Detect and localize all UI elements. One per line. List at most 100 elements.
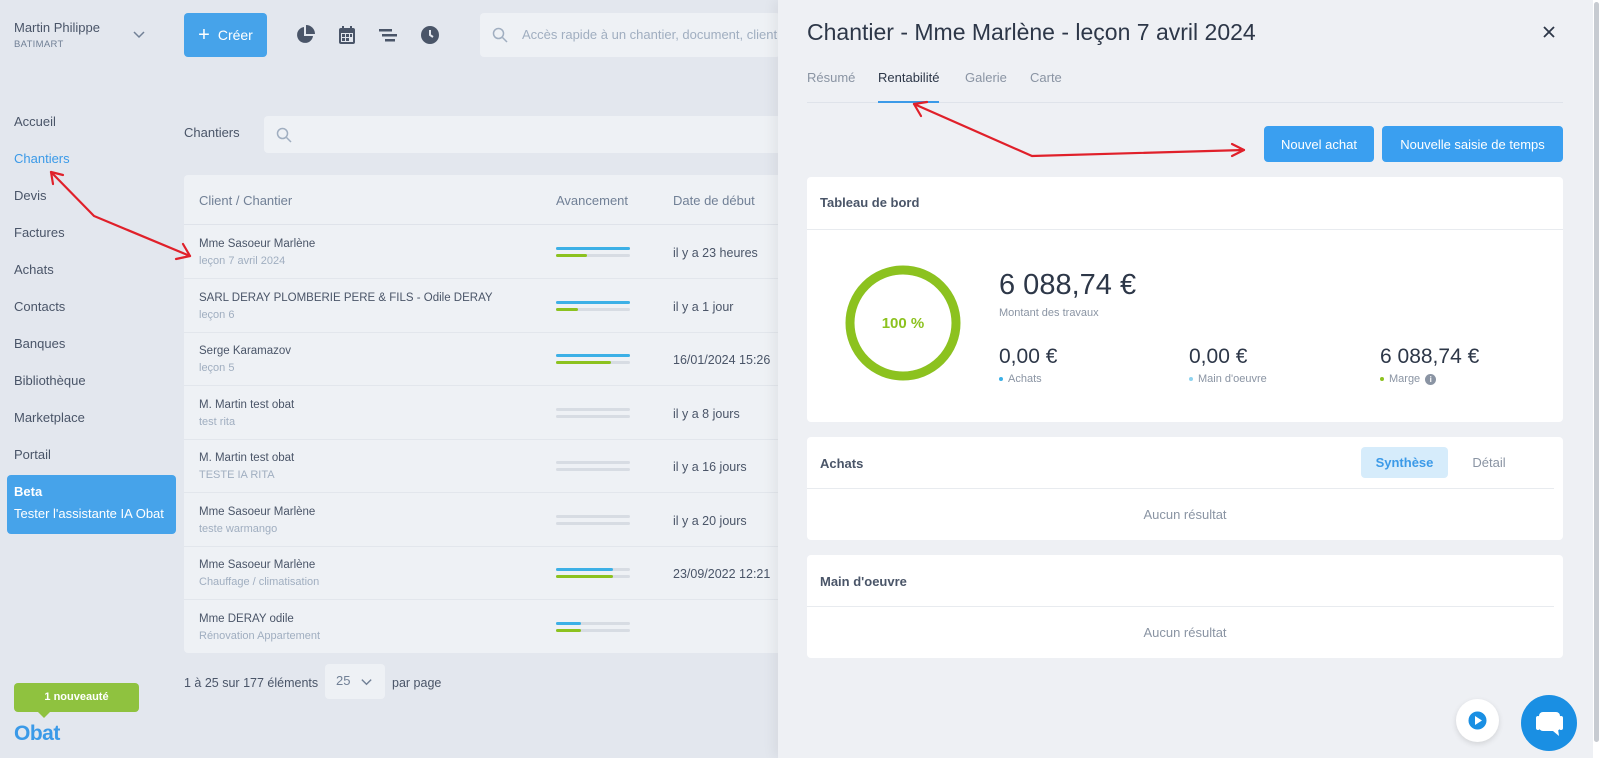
total-label: Montant des travaux (999, 307, 1099, 319)
nav-item-factures[interactable]: Factures (14, 223, 86, 260)
client-name: Mme DERAY odile (199, 612, 294, 625)
pager-text: 1 à 25 sur 177 éléments (184, 676, 319, 690)
nav-item-accueil[interactable]: Accueil (14, 112, 86, 149)
client-name: Mme Sasoeur Marlène (199, 238, 316, 250)
table-row[interactable]: Serge Karamazov leçon 5 16/01/2024 15:26 (184, 333, 784, 386)
kpi-achats: 0,00 € Achats (999, 345, 1057, 385)
progress-fill (556, 575, 613, 578)
chat-icon (1536, 712, 1563, 736)
column-client[interactable]: Client / Chantier (199, 193, 292, 208)
new-time-entry-button[interactable]: Nouvelle saisie de temps (1382, 126, 1563, 162)
beta-text: Tester l'assistante IA Obat (14, 506, 164, 521)
client-cell: Mme DERAY odile Rénovation Appartement (199, 613, 320, 642)
job-name: leçon 5 (199, 362, 235, 374)
gantt-icon[interactable] (377, 24, 399, 46)
progress-bar-billing (556, 407, 630, 411)
purchases-card: Achats Synthèse Détail Aucun résultat (807, 437, 1563, 540)
progress-bars (556, 300, 630, 315)
kpi-label: Marge (1389, 373, 1421, 385)
tab-galerie[interactable]: Galerie (965, 70, 1007, 103)
video-help-button[interactable] (1456, 699, 1499, 742)
progress-fill (556, 361, 611, 364)
nav-item-marketplace[interactable]: Marketplace (14, 408, 86, 445)
job-name: TESTE IA RITA (199, 469, 275, 481)
client-cell: M. Martin test obat TESTE IA RITA (199, 452, 294, 481)
progress-bar-billing (556, 568, 630, 571)
scrollbar-thumb[interactable] (1594, 2, 1599, 742)
kpi-value: 6 088,74 € (1380, 345, 1480, 368)
table-row[interactable]: Mme Sasoeur Marlène Chauffage / climatisa… (184, 547, 784, 600)
kpi-value: 0,00 € (999, 345, 1058, 368)
nav-item-chantiers[interactable]: Chantiers (14, 149, 86, 186)
plus-icon: + (198, 24, 210, 46)
column-progress[interactable]: Avancement (556, 193, 628, 208)
purchases-title: Achats (820, 456, 864, 471)
dashboard-title: Tableau de bord (820, 195, 920, 210)
progress-fill (556, 628, 582, 632)
chat-button[interactable] (1521, 695, 1577, 751)
beta-assistant-card[interactable]: Beta Tester l'assistante IA Obat (7, 475, 176, 534)
table-row[interactable]: M. Martin test obat test rita il y a 8 jou… (184, 387, 784, 440)
client-cell: Serge Karamazov leçon 5 (199, 345, 291, 374)
table-row[interactable]: Mme Sasoeur Marlène leçon 7 avril 2024 il … (184, 226, 784, 279)
progress-bars (556, 407, 630, 422)
clock-icon[interactable] (419, 24, 441, 46)
client-cell: M. Martin test obat test rita (199, 399, 294, 428)
pie-chart-icon[interactable] (294, 24, 316, 46)
job-name: teste warmango (199, 522, 278, 535)
scrollbar[interactable] (1593, 0, 1600, 758)
per-page-select[interactable]: 25 (325, 664, 385, 699)
nav-item-achats[interactable]: Achats (14, 260, 86, 297)
progress-bars (556, 461, 630, 475)
beta-title: Beta (14, 484, 43, 499)
progress-bar-billing (556, 461, 630, 464)
tab-resume[interactable]: Résumé (807, 70, 855, 103)
progress-fill (556, 354, 630, 357)
column-start-date[interactable]: Date de début (673, 193, 755, 208)
tab-rentabilite[interactable]: Rentabilité (878, 70, 940, 103)
info-icon[interactable]: i (1425, 373, 1437, 385)
list-search-input[interactable] (264, 116, 784, 153)
job-name: test rita (199, 415, 236, 428)
client-name: SARL DERAY PLOMBERIE PERE & FILS - Odile… (199, 291, 493, 304)
legend-dot (1189, 377, 1193, 381)
table-row[interactable]: Mme DERAY odile Rénovation Appartement (184, 601, 784, 653)
quick-search-input[interactable]: Accès rapide à un chantier, document, cl… (480, 13, 780, 57)
empty-state: Aucun résultat (1143, 507, 1227, 522)
nav-item-devis[interactable]: Devis (14, 186, 86, 223)
kpi-label-row: Achats (999, 373, 1057, 385)
nav-item-banques[interactable]: Banques (14, 334, 86, 371)
progress-bars (556, 568, 630, 582)
calendar-icon[interactable] (336, 24, 358, 46)
panel-tabs: Résumé Rentabilité Galerie Carte (807, 68, 1563, 103)
chevron-down-icon[interactable] (132, 27, 146, 41)
progress-bar-work (556, 575, 630, 578)
create-button[interactable]: + Créer (184, 13, 267, 57)
table-row[interactable]: Mme Sasoeur Marlène teste warmango il y a … (184, 494, 784, 547)
nav-item-contacts[interactable]: Contacts (14, 297, 86, 334)
progress-fill (556, 307, 579, 311)
progress-fill (556, 300, 630, 304)
progress-bar-work (556, 307, 630, 311)
start-date: il y a 8 jours (673, 406, 740, 421)
legend-dot (1380, 377, 1384, 381)
per-page-label: par page (392, 676, 442, 690)
progress-fill (556, 254, 588, 257)
client-name: Serge Karamazov (199, 345, 292, 357)
table-row[interactable]: SARL DERAY PLOMBERIE PERE & FILS - Odile… (184, 280, 784, 333)
progress-bar-work (556, 521, 630, 525)
progress-fill (556, 621, 582, 625)
table-row[interactable]: M. Martin test obat TESTE IA RITA il y a 1… (184, 440, 784, 493)
close-icon[interactable] (1541, 24, 1557, 40)
chevron-down-icon (361, 679, 372, 686)
news-badge[interactable]: 1 nouveauté (14, 683, 139, 718)
kpi-label: Main d'oeuvre (1198, 373, 1267, 385)
nav-item-bibliotheque[interactable]: Bibliothèque (14, 371, 86, 408)
progress-bar-work (556, 628, 630, 632)
start-date: il y a 1 jour (673, 299, 734, 314)
kpi-label-row: Marge i (1380, 373, 1479, 385)
new-purchase-button[interactable]: Nouvel achat (1264, 126, 1374, 162)
segment-detail[interactable]: Détail (1450, 447, 1528, 478)
segment-synthese[interactable]: Synthèse (1361, 447, 1448, 478)
tab-carte[interactable]: Carte (1030, 70, 1062, 103)
